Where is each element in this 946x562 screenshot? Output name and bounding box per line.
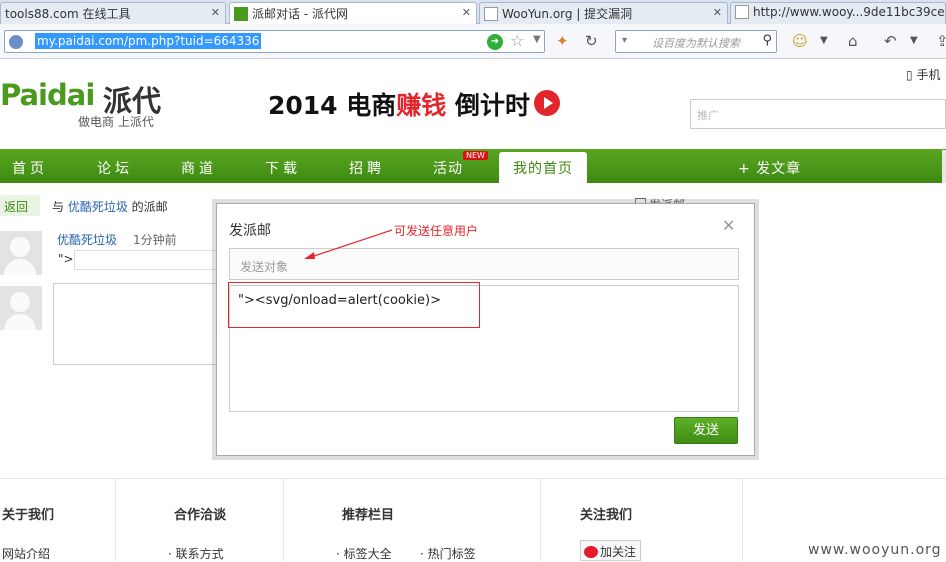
weibo-icon (584, 546, 598, 558)
avatar[interactable] (0, 286, 42, 330)
footer-link-intro[interactable]: 网站介绍 (2, 545, 50, 562)
go-arrow-icon[interactable]: ➜ (487, 34, 503, 50)
browser-toolbar: my.paidai.com/pm.php?tuid=664336 ➜ ☆ ▼ ✦… (0, 24, 946, 59)
browser-tab-2[interactable]: 派邮对话 - 派代网 ✕ (229, 2, 477, 25)
nav-edge (942, 150, 946, 183)
smiley-icon[interactable]: ☺ (792, 32, 808, 50)
globe-icon (9, 35, 23, 49)
crumb-prefix: 与 (52, 200, 68, 214)
footer-column-divider (283, 478, 284, 561)
site-logo[interactable]: Paidai (0, 78, 95, 112)
logo-slogan: 做电商 上派代 (78, 115, 154, 129)
home-icon[interactable]: ⌂ (848, 32, 858, 50)
conversation-title: 与 优酷死垃圾 的派邮 (52, 198, 168, 215)
search-box[interactable]: ▾ 设百度为默认搜索 ⚲ (615, 30, 777, 53)
message-user-link[interactable]: 优酷死垃圾 (57, 231, 117, 248)
close-icon[interactable]: ✕ (211, 6, 220, 19)
chevron-down-icon[interactable]: ▾ (622, 35, 627, 46)
footer-heading-cooperation: 合作洽谈 (174, 508, 227, 523)
crumb-user-link[interactable]: 优酷死垃圾 (68, 200, 128, 214)
phone-link-label: 手机 (916, 68, 941, 82)
post-article-link[interactable]: + 发文章 (738, 158, 801, 178)
banner-text: 2014 电商 (268, 91, 397, 120)
footer-heading-recommended: 推荐栏目 (342, 508, 395, 523)
reply-textarea[interactable] (53, 283, 221, 365)
nav-item-forum[interactable]: 论坛 (97, 158, 133, 178)
search-placeholder: 设百度为默认搜索 (652, 37, 740, 50)
send-button[interactable]: 发送 (674, 417, 738, 444)
ad-banner[interactable]: 2014 电商赚钱 倒计时 (268, 86, 530, 122)
footer-heading-about: 关于我们 (2, 508, 55, 523)
address-bar[interactable]: my.paidai.com/pm.php?tuid=664336 ➜ ☆ ▼ (4, 30, 545, 53)
phone-icon: ▯ (906, 68, 913, 82)
footer-column-divider (115, 478, 116, 561)
tab-title: WooYun.org | 提交漏洞 (502, 7, 633, 21)
nav-item-home[interactable]: 首页 (12, 158, 48, 178)
bookmark-star-icon[interactable]: ☆ (510, 31, 524, 50)
back-arrow-icon[interactable]: ↶ (884, 32, 897, 50)
chevron-down-icon[interactable]: ▼ (910, 35, 918, 46)
tab-title: http://www.wooy...9de11bc39ce5 (753, 5, 946, 19)
tab-title: 派邮对话 - 派代网 (252, 7, 348, 21)
browser-tab-4[interactable]: http://www.wooy...9de11bc39ce5 (730, 2, 946, 24)
page-favicon-icon (484, 7, 498, 21)
banner-text-end: 倒计时 (446, 91, 531, 120)
banner-highlight: 赚钱 (396, 91, 447, 120)
nav-item-download[interactable]: 下载 (265, 158, 301, 178)
page-favicon-icon (735, 5, 749, 19)
footer-column-divider (540, 478, 541, 561)
back-button[interactable]: 返回 (0, 195, 40, 216)
new-badge: NEW (463, 151, 488, 160)
play-icon[interactable] (534, 90, 560, 116)
phone-link[interactable]: ▯ 手机 (906, 66, 940, 83)
avatar[interactable] (0, 231, 42, 275)
recipient-placeholder: 发送对象 (240, 260, 289, 274)
url-text[interactable]: my.paidai.com/pm.php?tuid=664336 (35, 33, 262, 49)
watermark: www.wooyun.org (808, 542, 942, 558)
nav-item-business[interactable]: 商道 (181, 158, 217, 178)
footer-link-hot-tags[interactable]: · 热门标签 (420, 545, 476, 562)
close-icon[interactable]: ✕ (462, 6, 471, 19)
search-icon[interactable]: ⚲ (762, 33, 772, 48)
browser-tab-3[interactable]: WooYun.org | 提交漏洞 ✕ (479, 2, 728, 24)
follow-label: 加关注 (600, 545, 637, 559)
chevron-down-icon[interactable]: ▼ (533, 34, 541, 45)
footer-divider (0, 478, 946, 479)
footer-heading-follow: 关注我们 (580, 508, 633, 523)
weibo-follow-button[interactable]: 加关注 (580, 540, 641, 561)
chevron-down-icon[interactable]: ▼ (820, 35, 828, 46)
message-text: "> (58, 252, 74, 266)
browser-tab-bar: tools88.com 在线工具 ✕ 派邮对话 - 派代网 ✕ WooYun.o… (0, 0, 946, 25)
footer-column-divider (742, 478, 743, 561)
share-icon[interactable]: ⇪ (936, 32, 946, 50)
footer-link-tags[interactable]: · 标签大全 (336, 545, 392, 562)
close-icon[interactable]: ✕ (722, 216, 735, 235)
dialog-title: 发派邮 (229, 223, 271, 239)
site-search-input[interactable]: 推广 (690, 99, 946, 129)
footer-link-contact[interactable]: · 联系方式 (168, 545, 224, 562)
browser-tab-1[interactable]: tools88.com 在线工具 ✕ (0, 2, 226, 24)
site-search-placeholder: 推广 (697, 109, 719, 122)
message-time: 1分钟前 (133, 233, 177, 247)
paidai-favicon-icon (234, 7, 248, 21)
reload-icon[interactable]: ↻ (585, 32, 598, 50)
send-pm-dialog: 发派邮 ✕ 发送对象 "><svg/onload=alert(cookie)> … (216, 203, 755, 456)
tab-title: tools88.com 在线工具 (5, 7, 131, 21)
nav-item-jobs[interactable]: 招聘 (349, 158, 385, 178)
nav-item-my-home[interactable]: 我的首页 (499, 152, 587, 183)
close-icon[interactable]: ✕ (713, 6, 722, 19)
addon-icon[interactable]: ✦ (556, 32, 569, 50)
message-bubble (74, 250, 220, 270)
nav-item-events[interactable]: 活动 (433, 158, 463, 178)
annotation-text: 可发送任意用户 (394, 224, 479, 238)
annotation-arrow (304, 229, 393, 259)
crumb-suffix: 的派邮 (127, 200, 168, 214)
annotation-highlight-box (228, 282, 480, 328)
